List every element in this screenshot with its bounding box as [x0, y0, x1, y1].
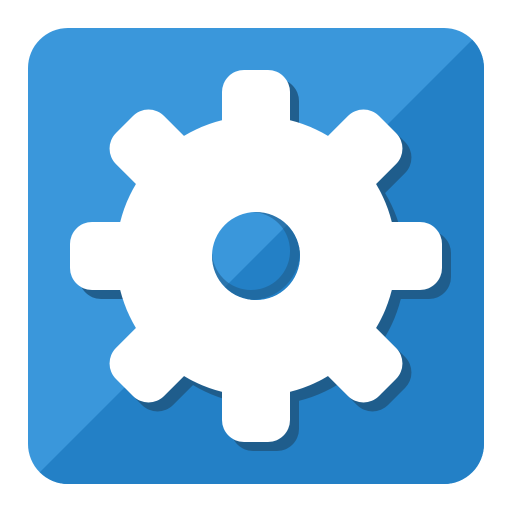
- settings-app-icon[interactable]: [0, 0, 512, 512]
- app-icon-stage: [0, 0, 512, 512]
